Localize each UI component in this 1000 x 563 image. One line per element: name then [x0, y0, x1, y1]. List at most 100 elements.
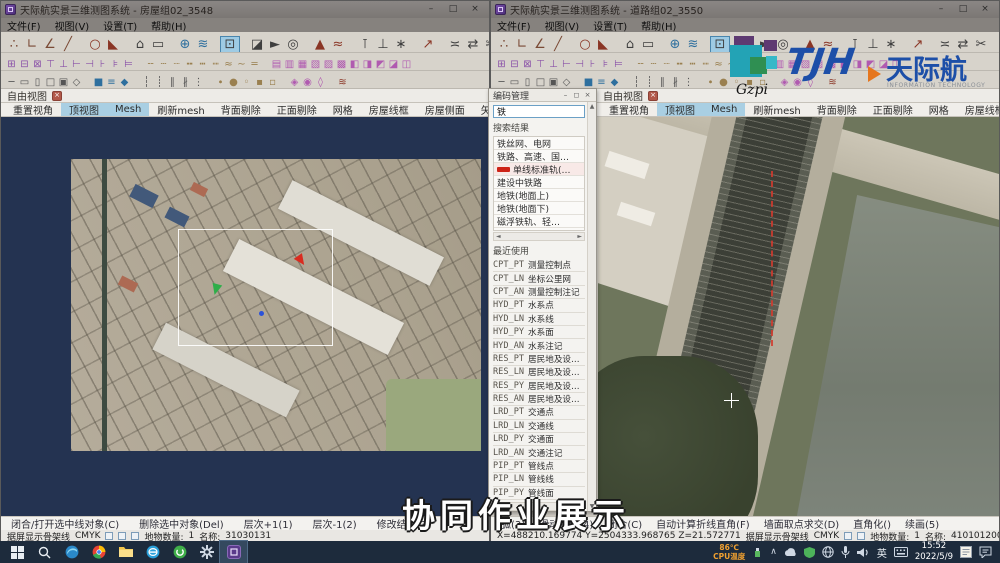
recent-code-item[interactable]: RES_PY 居民地及设… [493, 380, 585, 393]
toolbar-icon[interactable]: ◊ [314, 77, 327, 88]
recent-code-item[interactable]: RES_PT 居民地及设… [493, 353, 585, 367]
toolbar-icon[interactable]: ╍ [183, 59, 196, 70]
toolbar-icon[interactable]: ╌ [634, 59, 647, 70]
viewport-3d-right[interactable] [598, 117, 999, 516]
view-tab[interactable]: 矢量遮挡 [473, 103, 489, 116]
toolbar-icon[interactable]: ╌ [144, 59, 157, 70]
toolbar-icon[interactable]: ⊧ [109, 59, 122, 70]
command-shortcut[interactable]: 层次-1(2) [313, 517, 357, 530]
toolbar-icon[interactable]: ┄ [647, 59, 660, 70]
recent-code-item[interactable]: PIP_PT 管线点 [493, 460, 585, 474]
toolbar-icon[interactable]: ∠ [41, 37, 59, 52]
recent-code-item[interactable]: HYD_PT 水系点 [493, 299, 585, 313]
command-shortcut[interactable]: 直角化() [853, 517, 891, 530]
toolbar-icon[interactable]: ▯ [31, 77, 44, 88]
toolbar-icon[interactable]: ∴ [5, 37, 23, 52]
toolbar-icon[interactable]: ○ [576, 37, 594, 52]
scroll-right-icon[interactable]: ► [577, 233, 582, 240]
toolbar-icon[interactable]: ⊞ [495, 59, 508, 70]
view-tab[interactable]: 顶视图 [61, 103, 107, 116]
view-tab[interactable]: 房屋侧面 [417, 103, 473, 116]
dp-modeler-taskbar-icon[interactable] [219, 540, 248, 563]
toolbar-icon[interactable]: ≋ [336, 77, 349, 88]
toolbar-icon[interactable]: ⊢ [70, 59, 83, 70]
toolbar-icon[interactable]: ▥ [283, 59, 296, 70]
view-tab[interactable]: 背面剔除 [809, 103, 865, 116]
toolbar-icon[interactable]: ⊨ [122, 59, 135, 70]
color-swatch[interactable] [118, 532, 127, 540]
toolbar-icon[interactable]: ┅ [686, 59, 699, 70]
toolbar-icon[interactable]: ⋮ [682, 77, 695, 88]
toolbar-icon[interactable]: ∼ [235, 59, 248, 70]
recent-code-item[interactable]: LRD_PY 交通面 [493, 433, 585, 447]
recent-code-item[interactable]: RES_AN 居民地及设… [493, 393, 585, 407]
toolbar-icon[interactable]: ┄ [157, 59, 170, 70]
panel-minimize-icon[interactable]: – [561, 91, 570, 100]
ime-language-indicator[interactable]: 英 [877, 545, 887, 560]
toolbar-icon[interactable]: ◣ [594, 37, 612, 52]
toolbar-icon[interactable]: ∦ [179, 77, 192, 88]
touch-keyboard-tray-icon[interactable] [893, 547, 908, 557]
view-tab[interactable]: 房屋线框 [957, 103, 999, 116]
volume-tray-icon[interactable] [856, 547, 870, 558]
view-tab[interactable]: 刷新mesh [745, 103, 808, 116]
browser-360-taskbar-icon[interactable] [166, 541, 193, 563]
toolbar-icon[interactable]: ═ [248, 59, 261, 70]
toolbar-icon[interactable]: ⊠ [31, 59, 44, 70]
toolbar-icon[interactable]: ▧ [309, 59, 322, 70]
toolbar-icon[interactable]: ⊦ [586, 59, 599, 70]
toolbar-icon[interactable]: ∙ [214, 77, 227, 88]
toolbar-icon[interactable]: ┊ [153, 77, 166, 88]
toolbar-icon[interactable]: ◫ [400, 59, 413, 70]
toolbar-icon[interactable]: ▭ [149, 37, 167, 52]
minimize-button[interactable]: – [931, 3, 951, 16]
toolbar-icon[interactable]: ◦ [240, 77, 253, 88]
toolbar-icon[interactable]: ≈ [329, 37, 347, 52]
toolbar-icon[interactable]: ⊺ [356, 37, 374, 52]
toolbar-icon[interactable]: ■ [92, 77, 105, 88]
toolbar-icon[interactable]: ▣ [57, 77, 70, 88]
toolbar-icon[interactable]: ┈ [660, 59, 673, 70]
toolbar-icon[interactable]: ◧ [348, 59, 361, 70]
toolbar-icon[interactable]: ◉ [301, 77, 314, 88]
toolbar-icon[interactable]: ∦ [669, 77, 682, 88]
toolbar-icon[interactable]: ⌂ [621, 37, 639, 52]
toolbar-icon[interactable]: ● [227, 77, 240, 88]
network-globe-tray-icon[interactable] [822, 546, 834, 558]
toolbar-icon[interactable]: ∥ [166, 77, 179, 88]
toolbar-icon[interactable]: ∗ [392, 37, 410, 52]
toolbar-icon[interactable]: ∟ [513, 37, 531, 52]
toolbar-icon[interactable]: ≋ [684, 37, 702, 52]
view-tab[interactable]: 房屋线框 [361, 103, 417, 116]
close-button[interactable]: × [975, 3, 995, 16]
toolbar-icon[interactable]: ◨ [361, 59, 374, 70]
recent-code-item[interactable]: PIP_LN 管线线 [493, 473, 585, 487]
toolbar-icon[interactable]: ⊤ [534, 59, 547, 70]
menu-item[interactable]: 帮助(H) [641, 18, 676, 33]
toolbar-icon[interactable]: ∥ [656, 77, 669, 88]
toolbar-icon[interactable]: ▭ [18, 77, 31, 88]
search-button[interactable] [31, 541, 58, 563]
toolbar-icon[interactable]: ✂ [482, 37, 489, 52]
toolbar-icon[interactable]: ◇ [70, 77, 83, 88]
toolbar-icon[interactable]: ≡ [595, 77, 608, 88]
toolbar-icon[interactable]: ⊕ [666, 37, 684, 52]
scroll-left-icon[interactable]: ◄ [496, 233, 501, 240]
maximize-button[interactable]: □ [953, 3, 973, 16]
command-shortcut[interactable]: 自动计算折线直角(F) [656, 517, 750, 530]
action-center-tray-icon[interactable] [979, 546, 992, 558]
view-tab[interactable]: 重置视角 [601, 103, 657, 116]
recent-code-item[interactable]: LRD_PT 交通点 [493, 406, 585, 420]
toolbar-icon[interactable]: ≍ [446, 37, 464, 52]
command-shortcut[interactable]: 墙面取点求交(D) [764, 517, 840, 530]
toolbar-icon[interactable]: ∴ [495, 37, 513, 52]
command-shortcut[interactable]: 层次+1(1) [244, 517, 293, 530]
recent-code-item[interactable]: CPT_LN 坐标公里网 [493, 272, 585, 286]
toolbar-icon[interactable]: ◈ [288, 77, 301, 88]
menu-item[interactable]: 视图(V) [545, 18, 580, 33]
sticky-note-tray-icon[interactable] [960, 546, 972, 558]
menu-item[interactable]: 文件(F) [497, 18, 531, 33]
view-tab[interactable]: 重置视角 [5, 103, 61, 116]
menu-item[interactable]: 设置(T) [103, 18, 137, 33]
search-result-item[interactable]: 建设中铁路 [494, 176, 584, 189]
